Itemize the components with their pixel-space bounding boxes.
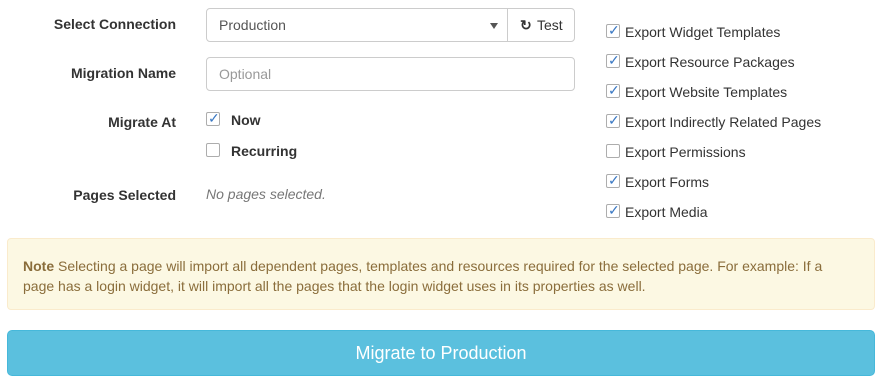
migrate-recurring-label: Recurring [231, 143, 298, 159]
pages-selected-value: No pages selected. [206, 186, 326, 202]
note-title: Note [23, 258, 55, 274]
connection-select[interactable]: Production [206, 8, 508, 42]
pages-selected-label: Pages Selected [73, 187, 176, 203]
export-indirectly-related-pages-label: Export Indirectly Related Pages [625, 114, 822, 130]
export-forms-label: Export Forms [625, 174, 710, 190]
migrate-now-checkbox[interactable]: ✓ [206, 110, 220, 126]
test-connection-button[interactable]: ↻ Test [507, 8, 575, 42]
note-alert: Note Selecting a page will import all de… [7, 238, 875, 310]
export-forms-checkbox[interactable]: ✓ [606, 172, 620, 188]
note-text: Note Selecting a page will import all de… [23, 256, 843, 296]
test-button-label: Test [537, 17, 563, 33]
export-resource-packages-label: Export Resource Packages [625, 54, 795, 70]
refresh-icon: ↻ [520, 17, 532, 33]
migration-name-label: Migration Name [70, 65, 176, 81]
migration-name-input[interactable] [206, 57, 575, 91]
export-permissions-checkbox[interactable] [606, 144, 620, 158]
check-icon: ✓ [608, 22, 620, 38]
export-indirectly-related-pages-checkbox[interactable]: ✓ [606, 112, 620, 128]
select-connection-label: Select Connection [53, 16, 176, 32]
export-widget-templates-label: Export Widget Templates [625, 24, 781, 40]
migrate-button[interactable]: Migrate to Production [7, 330, 875, 376]
export-resource-packages-checkbox[interactable]: ✓ [606, 52, 620, 68]
migrate-recurring-checkbox[interactable] [206, 143, 220, 157]
check-icon: ✓ [608, 82, 620, 98]
check-icon: ✓ [608, 202, 620, 218]
export-widget-templates-checkbox[interactable]: ✓ [606, 22, 620, 38]
check-icon: ✓ [208, 110, 220, 126]
check-icon: ✓ [608, 172, 620, 188]
migrate-now-label: Now [231, 112, 261, 128]
export-permissions-label: Export Permissions [625, 144, 746, 160]
export-website-templates-label: Export Website Templates [625, 84, 788, 100]
export-media-checkbox[interactable]: ✓ [606, 202, 620, 218]
export-website-templates-checkbox[interactable]: ✓ [606, 82, 620, 98]
export-media-label: Export Media [625, 204, 708, 220]
connection-select-value: Production [219, 17, 286, 33]
migrate-at-label: Migrate At [108, 114, 176, 130]
caret-down-icon [490, 23, 498, 29]
note-body: Selecting a page will import all depende… [23, 258, 823, 294]
check-icon: ✓ [608, 112, 620, 128]
connection-input-group: Production ↻ Test [206, 8, 575, 42]
check-icon: ✓ [608, 52, 620, 68]
